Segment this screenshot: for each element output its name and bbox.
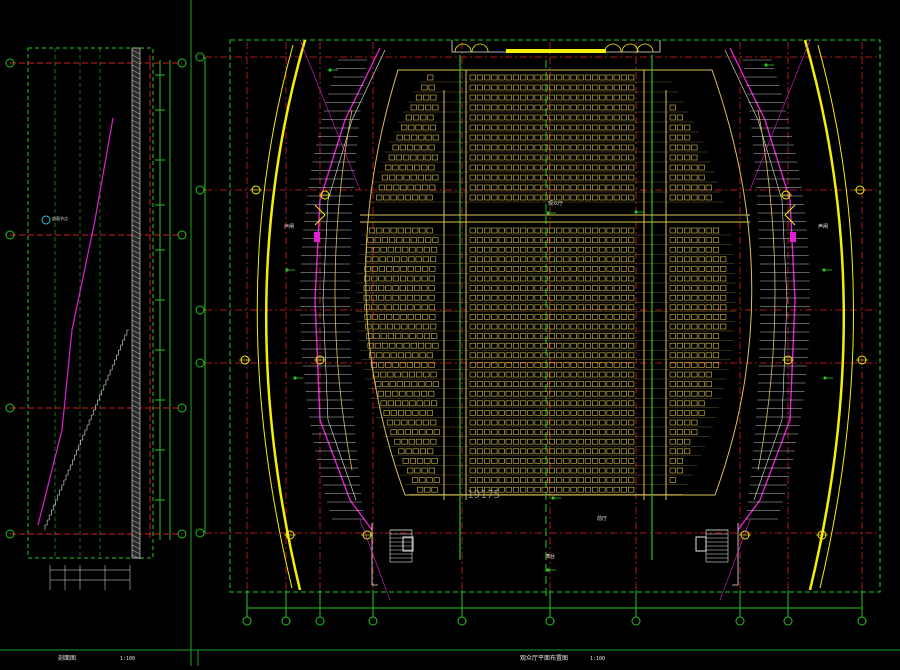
right-title: 观众厅平面布置图	[520, 654, 568, 662]
annotation-dot	[328, 68, 332, 72]
annotation-dot	[293, 376, 297, 380]
right-room-label: 声闸	[818, 223, 828, 230]
left-title: 剖面图	[58, 654, 76, 662]
annotation-dot	[551, 496, 555, 500]
annotation-dot	[822, 268, 826, 272]
top-screen	[506, 49, 606, 53]
annotation-dot	[285, 268, 289, 272]
door-marker-right	[790, 232, 796, 242]
annotation-dot	[823, 376, 827, 380]
lower-label: 前厅	[597, 515, 607, 522]
right-scale: 1:100	[590, 656, 605, 662]
door-marker-left	[314, 232, 320, 242]
annotation-dot	[764, 63, 768, 67]
annotation-dot	[546, 568, 550, 572]
annotation-dot	[634, 210, 638, 214]
left-scale: 1:100	[120, 656, 135, 662]
annotation-dot	[546, 211, 550, 215]
section-note: 剖面节点	[52, 215, 68, 221]
section-wall	[131, 47, 141, 559]
cad-viewport[interactable]: 剖面图 1:100 观众厅平面布置图 1:100 19175 观众厅 舞台 声闸…	[0, 0, 900, 666]
